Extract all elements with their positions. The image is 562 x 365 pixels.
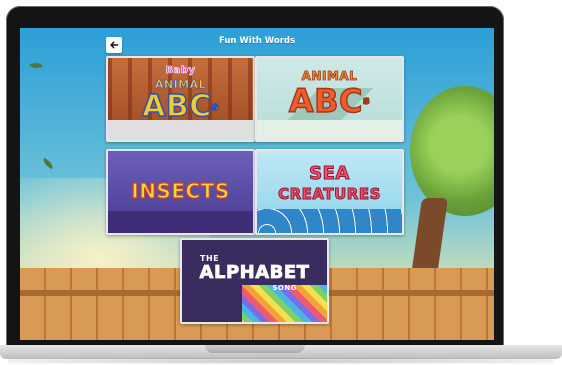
page-title: Fun With Words [218, 36, 296, 46]
card-title-main: ABC [141, 89, 212, 124]
card-title-line: ANIMAL [301, 69, 358, 84]
header: Fun With Words [20, 34, 494, 53]
card-title-line: ALPHABET [199, 262, 310, 284]
card-background-waves [257, 209, 402, 233]
laptop-notch [205, 345, 305, 353]
card-title-line: ABCs [257, 82, 402, 120]
laptop-shadow [8, 358, 554, 364]
card-title-line: SEA [309, 163, 350, 185]
card-title-superscript: s [211, 99, 219, 113]
app-screen: Fun With Words Baby ANIMAL ABCs ANIMAL A… [20, 28, 494, 340]
falling-leaf-icon [29, 60, 43, 71]
tree-canopy [410, 86, 494, 216]
card-title-main: ABC [288, 82, 364, 120]
card-insects[interactable]: INSECTS [106, 149, 255, 235]
card-title-superscript: s [362, 93, 371, 107]
back-button[interactable] [106, 37, 122, 53]
card-baby-animal-abcs[interactable]: Baby ANIMAL ABCs [106, 56, 255, 142]
card-title-line: CREATURES [278, 185, 381, 204]
card-the-alphabet-song[interactable]: THE ALPHABET SONG [180, 238, 329, 324]
card-ground [257, 120, 402, 140]
arrow-left-icon [110, 41, 119, 49]
falling-leaf-icon [41, 157, 55, 170]
card-title-line: ABCs [108, 89, 253, 124]
card-animal-abcs[interactable]: ANIMAL ABCs [255, 56, 404, 142]
card-ground [108, 211, 253, 233]
card-title-line: Baby [165, 65, 196, 77]
card-title-line: INSECTS [131, 178, 230, 203]
card-title-line: SONG [272, 284, 297, 292]
card-sea-creatures[interactable]: SEA CREATURES [255, 149, 404, 235]
